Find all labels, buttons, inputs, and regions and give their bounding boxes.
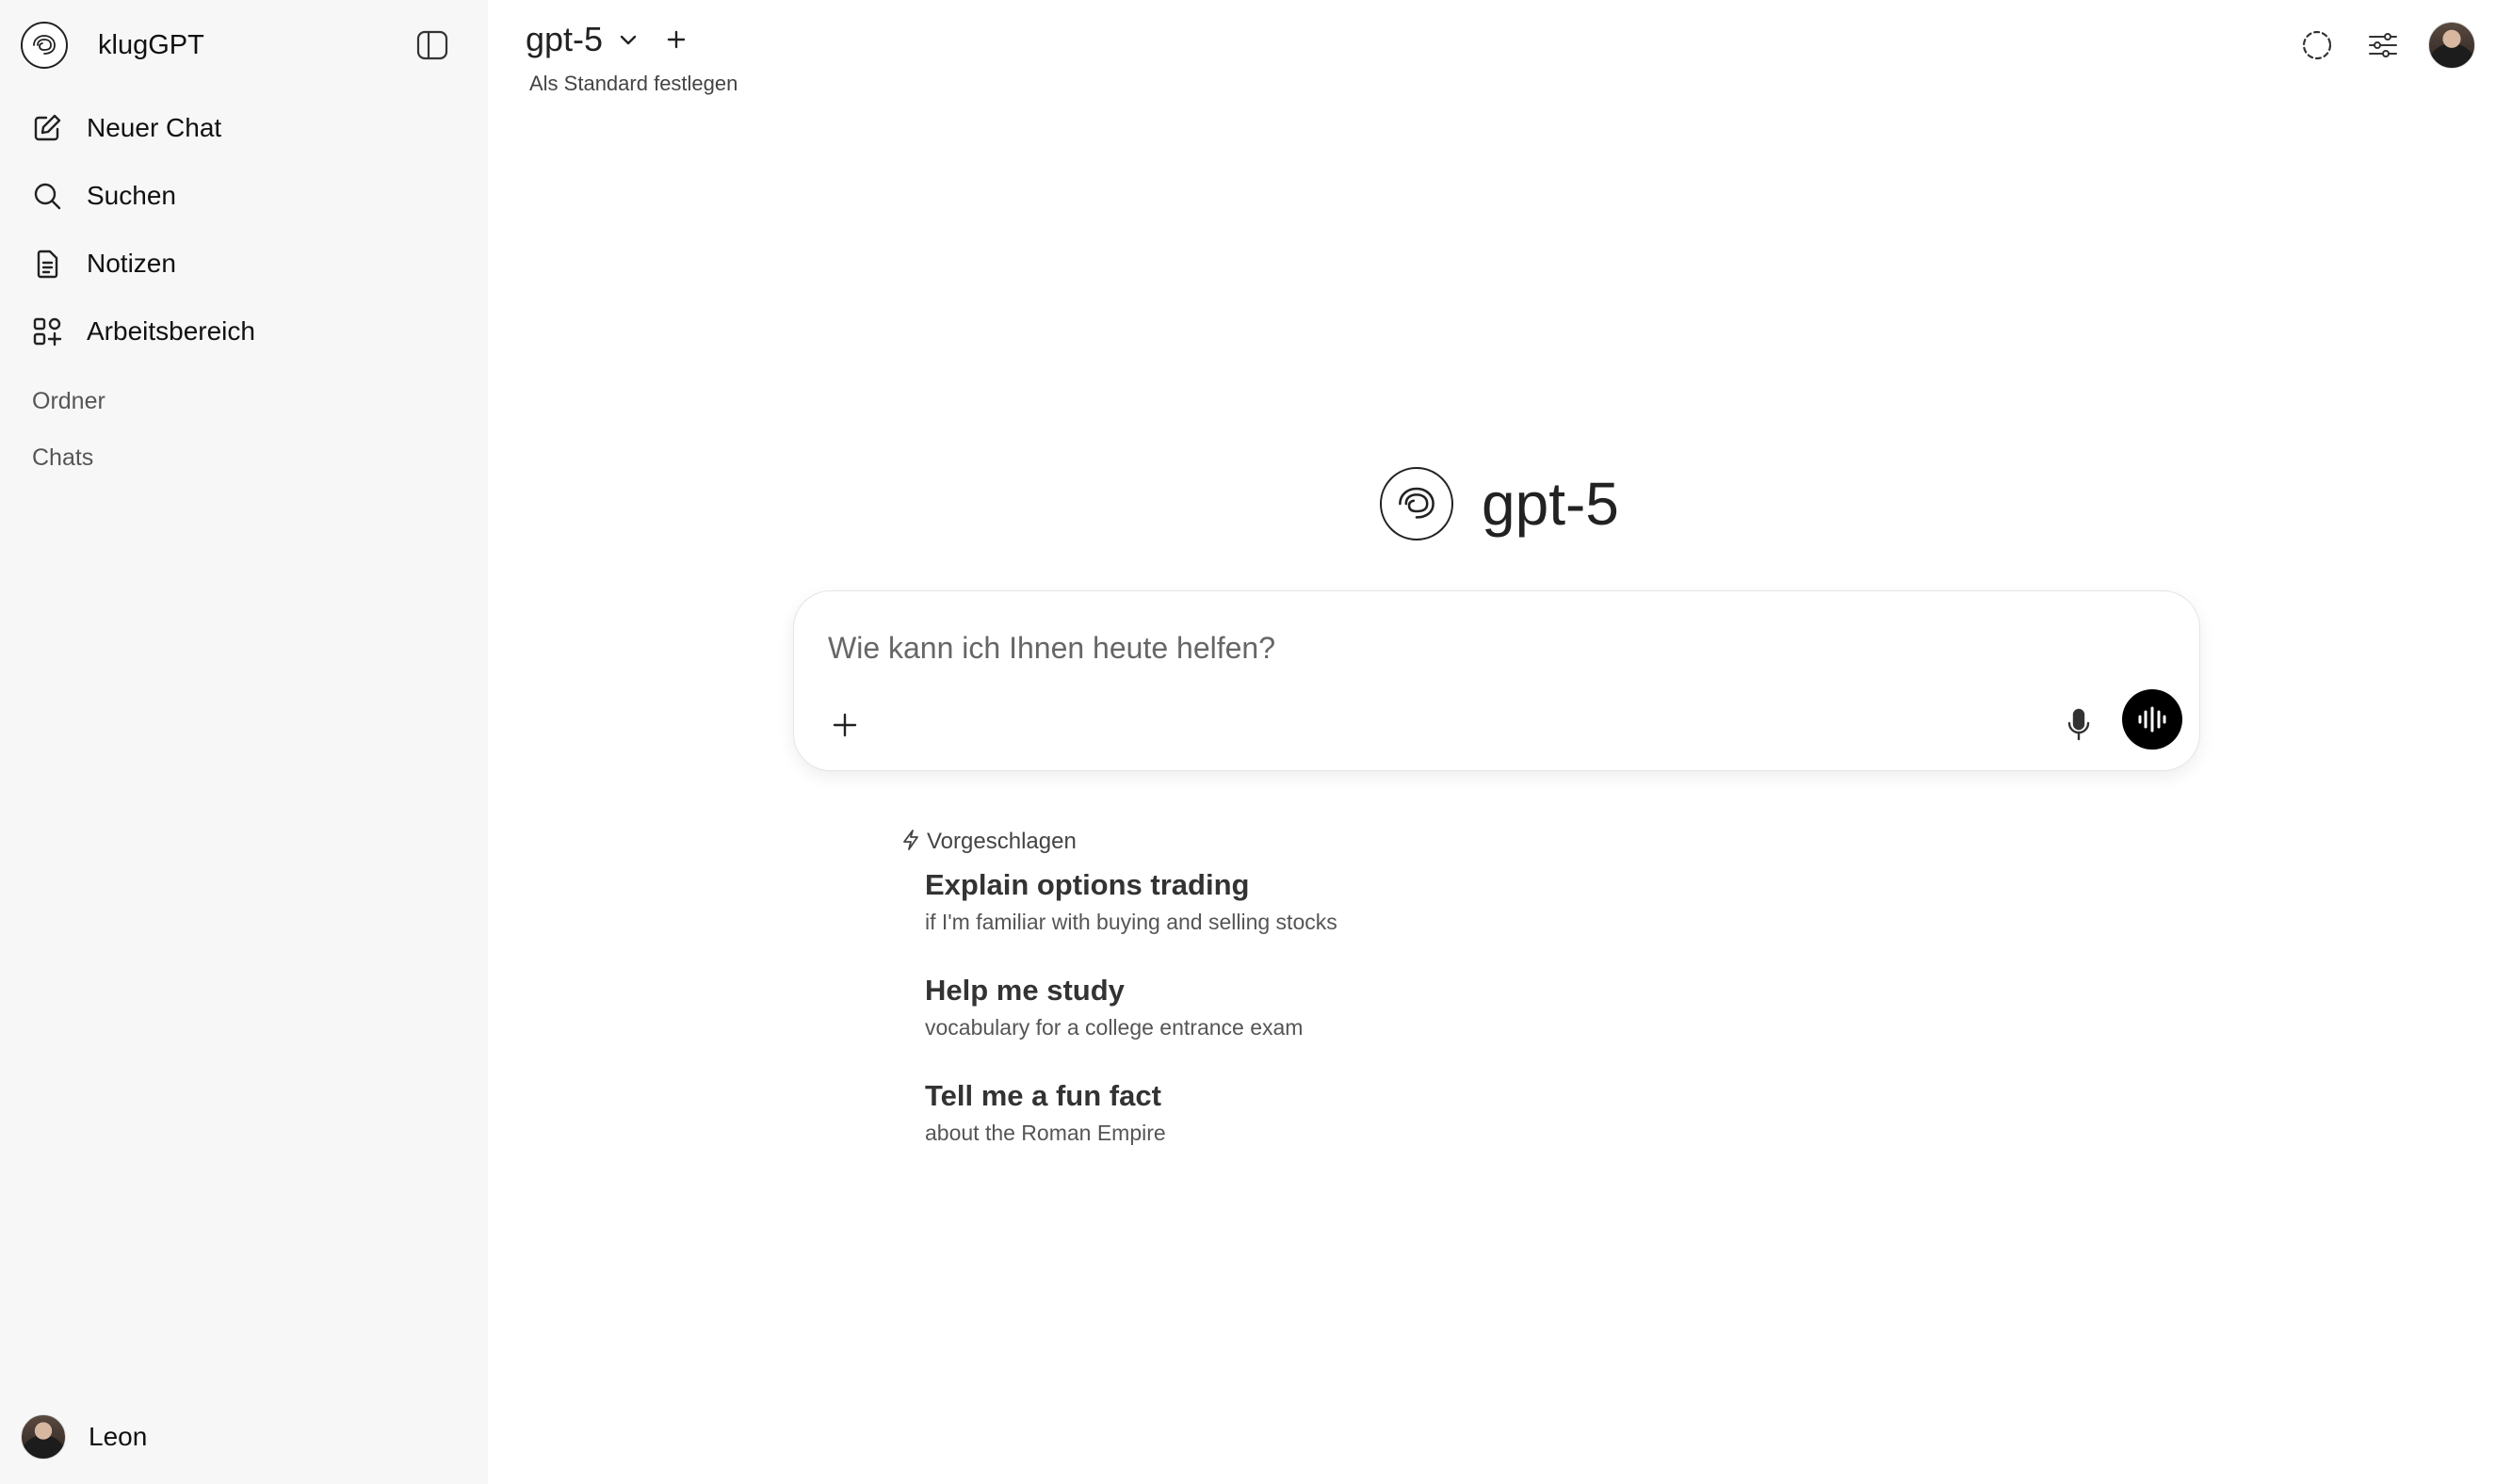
brand-name: klugGPT [98,29,204,60]
lightning-icon [902,829,919,855]
folders-section-toggle[interactable]: Ordner [32,388,105,415]
suggestions-heading-label: Vorgeschlagen [927,829,1077,854]
workspace-icon [30,315,64,348]
chevron-down-icon[interactable] [618,28,640,51]
sidebar-item-workspace[interactable]: Arbeitsbereich [19,298,469,365]
sidebar-item-label: Neuer Chat [87,113,222,142]
search-icon [30,179,64,213]
chat-input[interactable] [828,627,2052,669]
chat-composer [793,590,2200,771]
chats-section-toggle[interactable]: Chats [32,444,93,472]
sidebar-user-menu[interactable]: Leon [21,1412,147,1461]
suggestion-title: Help me study [925,974,1125,1007]
sidebar-item-notes[interactable]: Notizen [19,230,469,298]
sidebar-item-label: Notizen [87,249,176,278]
brand-logo-icon [21,22,68,69]
sidebar-nav: Neuer Chat Suchen Notizen Arbeitsbereich [19,94,469,365]
user-name: Leon [89,1422,148,1451]
microphone-icon[interactable] [2058,704,2099,746]
suggestions-heading: Vorgeschlagen [902,827,1077,857]
suggestion-title: Tell me a fun fact [925,1079,1161,1112]
sidebar-item-label: Suchen [87,181,176,210]
suggestion-list: Explain options trading if I'm familiar … [925,864,1678,1181]
notes-icon [30,247,64,281]
voice-mode-icon[interactable] [2122,689,2182,750]
add-model-plus-icon[interactable] [663,26,689,53]
compose-icon [30,111,64,145]
brand[interactable]: klugGPT [21,21,204,70]
suggestion-subtitle: about the Roman Empire [925,1121,1166,1145]
suggestion-subtitle: if I'm familiar with buying and selling … [925,910,1337,934]
app-root: klugGPT Neuer Chat Suchen Notizen Arbeit… [0,0,2496,1484]
sidebar-item-search[interactable]: Suchen [19,162,469,230]
controls-icon[interactable] [2362,24,2404,66]
suggestion-title: Explain options trading [925,868,1250,901]
sidebar-item-label: Arbeitsbereich [87,316,255,346]
model-select-button[interactable]: gpt-5 [526,20,603,59]
model-selector: gpt-5 [526,19,689,60]
sidebar: klugGPT Neuer Chat Suchen Notizen Arbeit… [0,0,488,1484]
top-right-controls [2296,21,2475,70]
suggestion-item[interactable]: Help me study vocabulary for a college e… [925,970,1678,1075]
temporary-chat-icon[interactable] [2296,24,2338,66]
model-hero: gpt-5 [1380,466,1619,541]
sidebar-item-new-chat[interactable]: Neuer Chat [19,94,469,162]
model-logo-icon [1380,467,1453,540]
user-avatar[interactable] [2428,22,2475,69]
suggestion-subtitle: vocabulary for a college entrance exam [925,1015,1304,1040]
suggestion-item[interactable]: Explain options trading if I'm familiar … [925,864,1678,970]
avatar [21,1414,66,1460]
suggestion-item[interactable]: Tell me a fun fact about the Roman Empir… [925,1075,1678,1181]
plus-icon[interactable] [824,704,866,746]
sidebar-toggle-button[interactable] [414,28,450,62]
set-default-link[interactable]: Als Standard festlegen [529,72,737,96]
model-title: gpt-5 [1482,470,1619,538]
